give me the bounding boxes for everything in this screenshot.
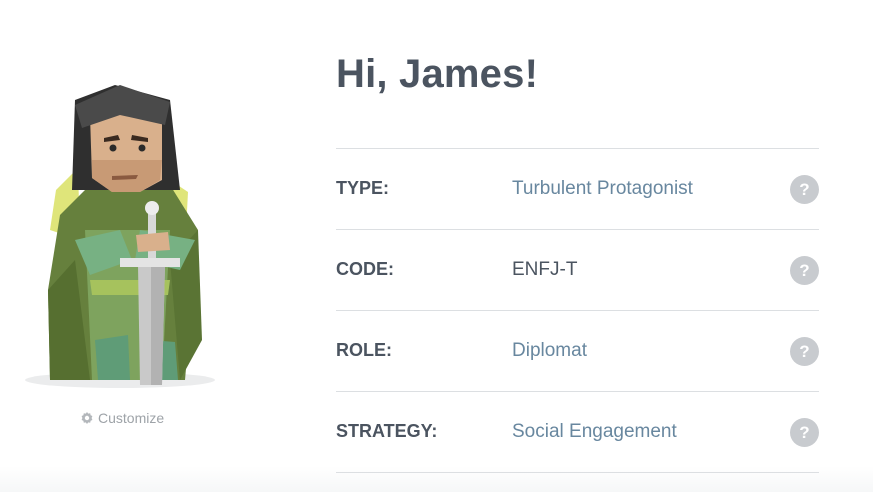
personality-info-table: TYPE: Turbulent Protagonist ? CODE: ENFJ… — [336, 148, 819, 473]
avatar-panel: Customize — [0, 0, 300, 492]
help-icon[interactable]: ? — [790, 418, 819, 447]
help-icon[interactable]: ? — [790, 256, 819, 285]
protagonist-avatar[interactable] — [20, 80, 230, 395]
info-value-strategy-link[interactable]: Social Engagement — [512, 421, 677, 443]
info-row-strategy: STRATEGY: Social Engagement ? — [336, 392, 819, 473]
customize-label: Customize — [98, 410, 165, 426]
info-value-type-link[interactable]: Turbulent Protagonist — [512, 178, 693, 200]
greeting-title: Hi, James! — [336, 52, 539, 96]
info-label-type: TYPE: — [336, 178, 390, 198]
info-value-role-link[interactable]: Diplomat — [512, 340, 587, 362]
help-icon[interactable]: ? — [790, 337, 819, 366]
customize-button[interactable]: Customize — [80, 410, 164, 426]
info-value-code: ENFJ-T — [512, 259, 578, 280]
info-label-code: CODE: — [336, 259, 394, 279]
info-row-code: CODE: ENFJ-T ? — [336, 230, 819, 311]
help-icon[interactable]: ? — [790, 175, 819, 204]
info-row-role: ROLE: Diplomat ? — [336, 311, 819, 392]
info-row-type: TYPE: Turbulent Protagonist ? — [336, 149, 819, 230]
gear-icon — [81, 412, 93, 424]
info-label-role: ROLE: — [336, 340, 392, 360]
info-label-strategy: STRATEGY: — [336, 421, 438, 441]
